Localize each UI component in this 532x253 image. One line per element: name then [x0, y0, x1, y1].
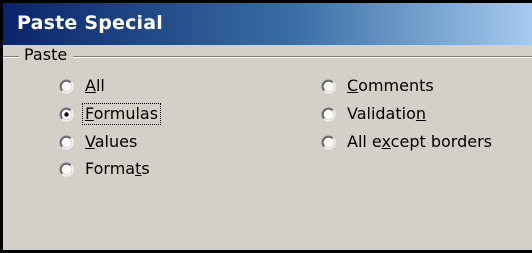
- radio-values[interactable]: [59, 135, 74, 150]
- radio-formats[interactable]: [59, 162, 74, 177]
- option-all-except-borders[interactable]: All except borders: [321, 130, 494, 154]
- radio-all[interactable]: [59, 79, 74, 94]
- radio-validation[interactable]: [321, 107, 336, 122]
- dialog-title: Paste Special: [17, 12, 164, 34]
- title-bar[interactable]: Paste Special: [3, 3, 532, 45]
- option-all[interactable]: All: [59, 74, 107, 98]
- option-all-label: All: [85, 76, 105, 95]
- option-comments-label: Comments: [347, 76, 434, 95]
- option-formats[interactable]: Formats: [59, 157, 152, 181]
- option-values-label: Values: [85, 132, 138, 151]
- radio-comments[interactable]: [321, 79, 336, 94]
- radio-all-except-borders[interactable]: [321, 135, 336, 150]
- dialog-body: Paste All Formulas Values Formats Commen…: [3, 45, 532, 250]
- option-formulas-label: Formulas: [81, 103, 162, 125]
- radio-formulas[interactable]: [59, 107, 74, 122]
- option-values[interactable]: Values: [59, 130, 139, 154]
- option-comments[interactable]: Comments: [321, 74, 436, 98]
- paste-group-label: Paste: [19, 45, 74, 64]
- option-formats-label: Formats: [85, 159, 150, 178]
- paste-group-divider: [3, 56, 532, 58]
- option-all-except-borders-label: All except borders: [347, 132, 492, 151]
- option-validation[interactable]: Validation: [321, 102, 428, 126]
- option-formulas[interactable]: Formulas: [59, 102, 162, 126]
- option-validation-label: Validation: [347, 104, 427, 123]
- radio-selected-dot: [64, 111, 69, 117]
